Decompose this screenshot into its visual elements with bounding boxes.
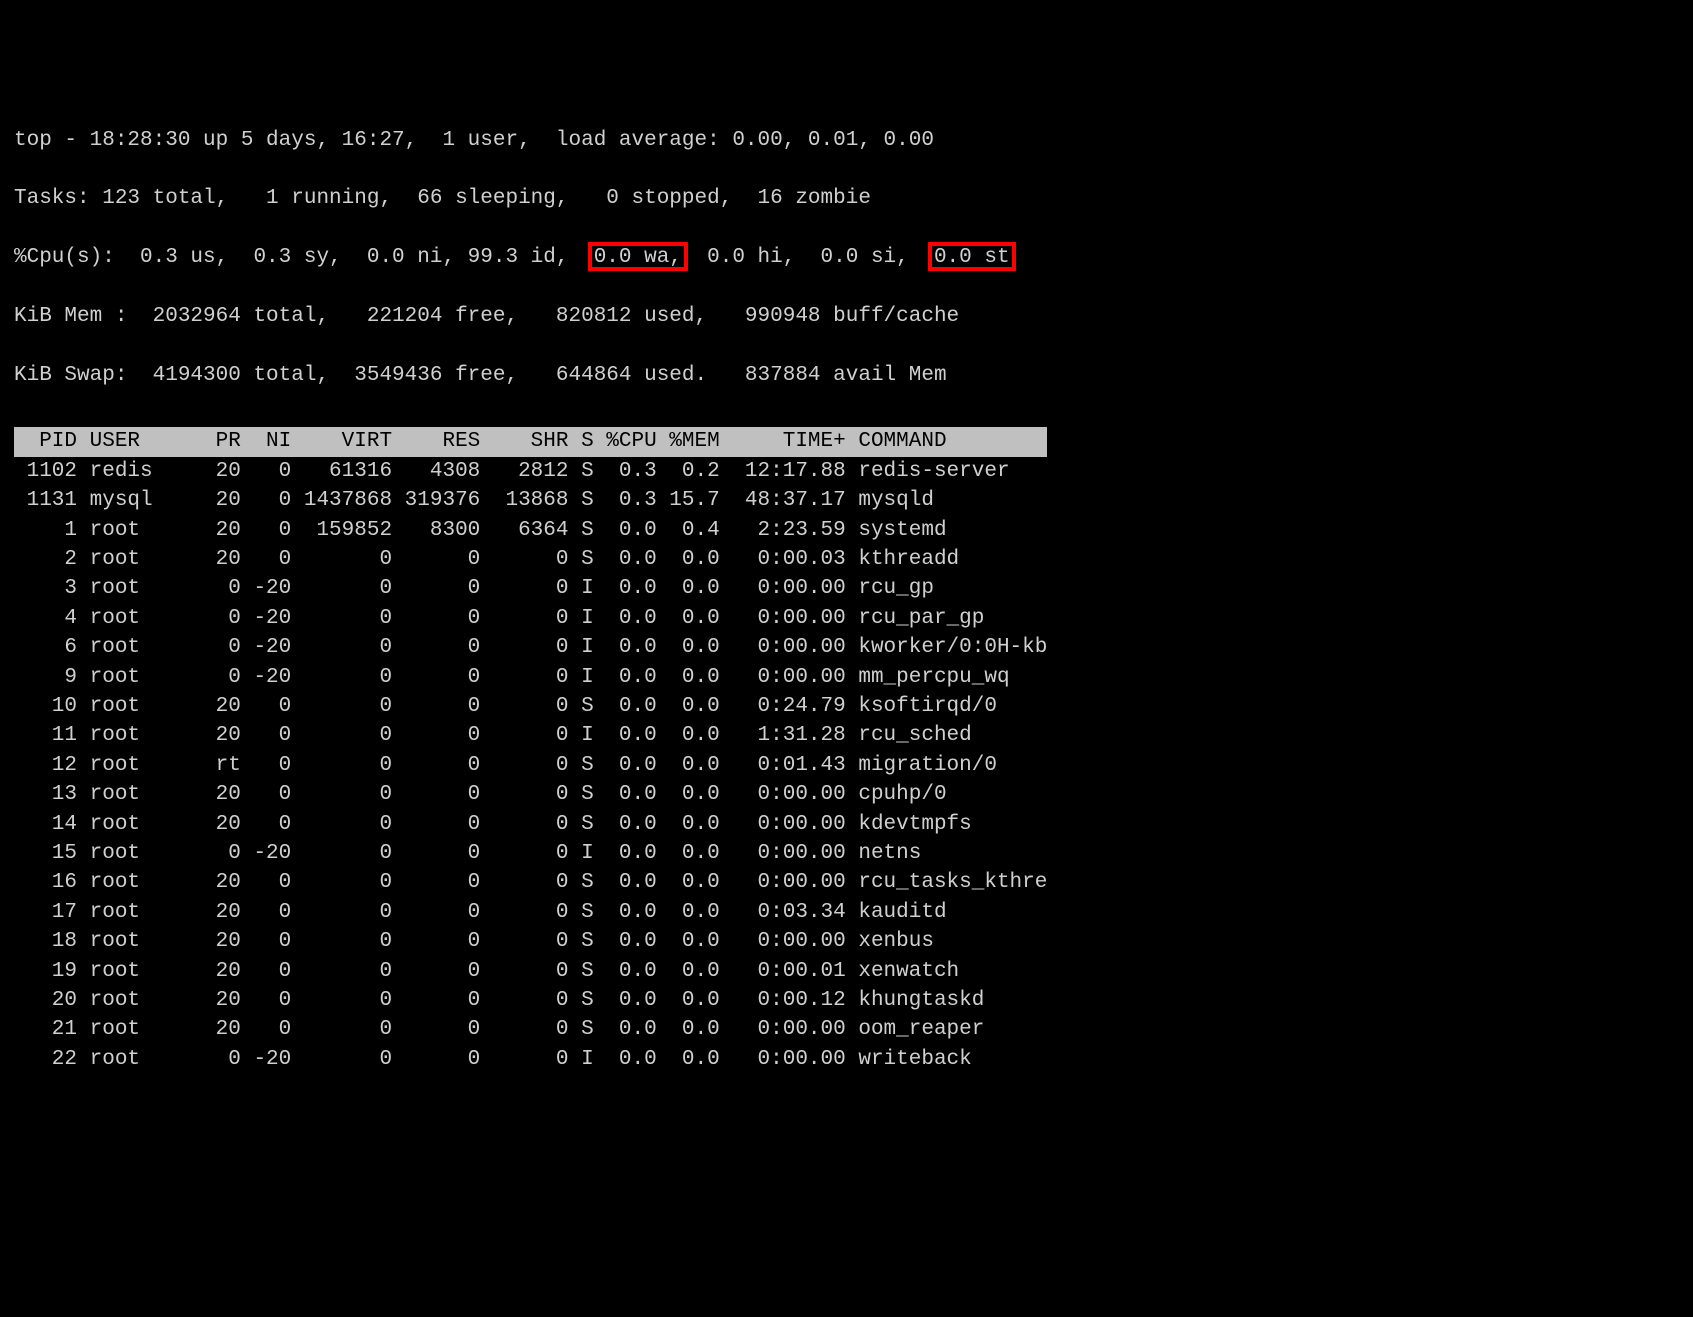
process-list: 1102 redis 20 0 61316 4308 2812 S 0.3 0.… xyxy=(14,457,1679,1074)
process-row[interactable]: 9 root 0 -20 0 0 0 I 0.0 0.0 0:00.00 mm_… xyxy=(14,663,1679,692)
process-row[interactable]: 1102 redis 20 0 61316 4308 2812 S 0.3 0.… xyxy=(14,457,1679,486)
process-row[interactable]: 4 root 0 -20 0 0 0 I 0.0 0.0 0:00.00 rcu… xyxy=(14,604,1679,633)
process-row[interactable]: 10 root 20 0 0 0 0 S 0.0 0.0 0:24.79 kso… xyxy=(14,692,1679,721)
process-row[interactable]: 2 root 20 0 0 0 0 S 0.0 0.0 0:00.03 kthr… xyxy=(14,545,1679,574)
cpu-summary-line: %Cpu(s): 0.3 us, 0.3 sy, 0.0 ni, 99.3 id… xyxy=(14,243,1679,272)
process-row[interactable]: 14 root 20 0 0 0 0 S 0.0 0.0 0:00.00 kde… xyxy=(14,810,1679,839)
tasks-summary-line: Tasks: 123 total, 1 running, 66 sleeping… xyxy=(14,184,1679,213)
process-row[interactable]: 17 root 20 0 0 0 0 S 0.0 0.0 0:03.34 kau… xyxy=(14,898,1679,927)
mem-summary-line: KiB Mem : 2032964 total, 221204 free, 82… xyxy=(14,302,1679,331)
process-table-header: PID USER PR NI VIRT RES SHR S %CPU %MEM … xyxy=(14,427,1047,456)
process-row[interactable]: 1131 mysql 20 0 1437868 319376 13868 S 0… xyxy=(14,486,1679,515)
process-row[interactable]: 1 root 20 0 159852 8300 6364 S 0.0 0.4 2… xyxy=(14,516,1679,545)
swap-summary-line: KiB Swap: 4194300 total, 3549436 free, 6… xyxy=(14,361,1679,390)
process-row[interactable]: 16 root 20 0 0 0 0 S 0.0 0.0 0:00.00 rcu… xyxy=(14,868,1679,897)
process-row[interactable]: 18 root 20 0 0 0 0 S 0.0 0.0 0:00.00 xen… xyxy=(14,927,1679,956)
process-row[interactable]: 6 root 0 -20 0 0 0 I 0.0 0.0 0:00.00 kwo… xyxy=(14,633,1679,662)
process-row[interactable]: 11 root 20 0 0 0 0 I 0.0 0.0 1:31.28 rcu… xyxy=(14,721,1679,750)
process-row[interactable]: 15 root 0 -20 0 0 0 I 0.0 0.0 0:00.00 ne… xyxy=(14,839,1679,868)
process-row[interactable]: 3 root 0 -20 0 0 0 I 0.0 0.0 0:00.00 rcu… xyxy=(14,574,1679,603)
process-row[interactable]: 13 root 20 0 0 0 0 S 0.0 0.0 0:00.00 cpu… xyxy=(14,780,1679,809)
process-row[interactable]: 22 root 0 -20 0 0 0 I 0.0 0.0 0:00.00 wr… xyxy=(14,1045,1679,1074)
process-row[interactable]: 21 root 20 0 0 0 0 S 0.0 0.0 0:00.00 oom… xyxy=(14,1015,1679,1044)
process-row[interactable]: 19 root 20 0 0 0 0 S 0.0 0.0 0:00.01 xen… xyxy=(14,957,1679,986)
process-row[interactable]: 20 root 20 0 0 0 0 S 0.0 0.0 0:00.12 khu… xyxy=(14,986,1679,1015)
process-row[interactable]: 12 root rt 0 0 0 0 S 0.0 0.0 0:01.43 mig… xyxy=(14,751,1679,780)
top-summary-line: top - 18:28:30 up 5 days, 16:27, 1 user,… xyxy=(14,126,1679,155)
